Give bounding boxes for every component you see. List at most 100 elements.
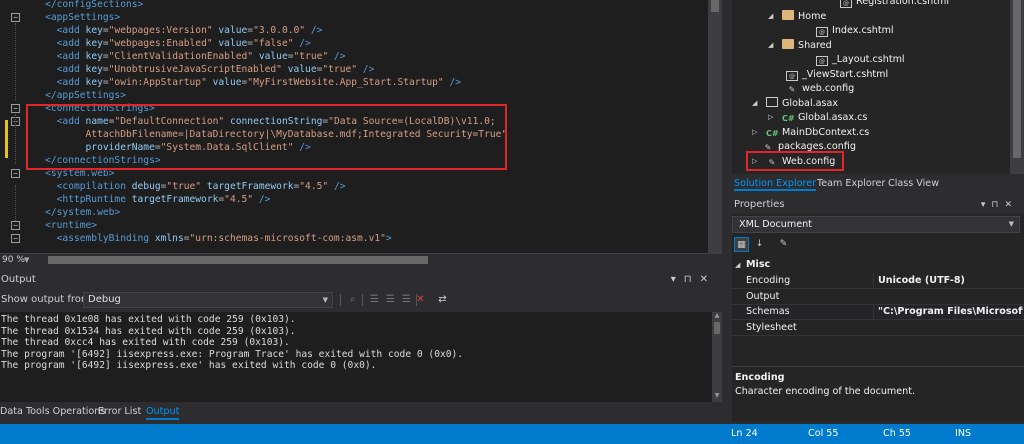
property-value[interactable]: Unicode (UTF-8) — [873, 273, 1023, 289]
pin-icon[interactable]: ⊓ — [684, 274, 700, 285]
tab-solution-explorer[interactable]: Solution Explorer — [734, 176, 817, 191]
solution-tree-item[interactable]: @ Index.cshtml — [816, 23, 894, 38]
solution-tree-item[interactable]: @ Registration.cshtml — [840, 0, 949, 9]
property-name: Stylesheet — [746, 321, 797, 333]
tab-team-explorer[interactable]: Team Explorer — [817, 176, 885, 191]
category-label: Misc — [746, 259, 771, 270]
solution-tree-item[interactable]: C# MainDbContext.cs — [766, 125, 869, 140]
cs-file-icon: C# — [766, 128, 779, 138]
close-icon[interactable]: ✕ — [700, 274, 716, 285]
collapse-icon[interactable]: − — [11, 13, 20, 22]
property-row[interactable]: Schemas "C:\Program Files\Microsoft Vis — [732, 304, 1024, 320]
description-text: Character encoding of the document. — [735, 386, 916, 397]
editor-vertical-scrollbar[interactable] — [708, 0, 722, 253]
code-token: <add — [22, 38, 86, 49]
code-line: <runtime> — [22, 219, 97, 232]
scrollbar-thumb[interactable] — [714, 322, 720, 334]
solution-tree-item[interactable]: Global.asax — [766, 96, 838, 111]
pin-icon[interactable]: ⊓ — [991, 200, 1004, 210]
tab-output[interactable]: Output — [146, 404, 180, 420]
collapsed-arrow-icon[interactable]: ▷ — [768, 110, 773, 125]
code-line: <add key="ClientValidationEnabled" value… — [22, 50, 346, 63]
property-row[interactable]: Encoding Unicode (UTF-8) — [732, 273, 1024, 289]
solution-tree-item[interactable]: Shared — [782, 38, 832, 53]
find-message-icon[interactable]: ⌕ — [346, 294, 359, 306]
tree-item-label: Home — [798, 10, 827, 22]
code-token: </appSettings> — [22, 90, 126, 101]
editor-horizontal-scrollbar[interactable]: 90 % ▼ — [0, 253, 722, 266]
collapse-icon[interactable]: − — [11, 104, 20, 113]
code-token: <appSettings> — [22, 12, 121, 23]
panel-window-icons[interactable]: ▾⊓✕ — [981, 196, 1018, 214]
tab-data-tools-operations[interactable]: Data Tools Operations — [0, 404, 105, 420]
code-token: value — [253, 51, 288, 62]
status-line: Ln 24 — [731, 428, 758, 439]
code-editor[interactable]: </configSections> <appSettings> <add key… — [0, 0, 722, 253]
tree-item-label: Registration.cshtml — [856, 0, 950, 7]
collapse-icon[interactable]: − — [11, 234, 20, 243]
property-description: Encoding Character encoding of the docum… — [732, 366, 1024, 422]
word-wrap-icon[interactable]: ⇄ — [436, 294, 449, 306]
tab-class-view[interactable]: Class View — [888, 176, 939, 191]
solution-tree-item[interactable]: Home — [782, 9, 826, 24]
code-line: <add key="owin:AppStartup" value="MyFirs… — [22, 76, 461, 89]
scrollbar-thumb[interactable] — [1013, 0, 1021, 158]
property-row[interactable]: Stylesheet — [732, 320, 1024, 336]
scrollbar-thumb[interactable] — [711, 0, 719, 12]
collapse-icon[interactable]: − — [11, 169, 20, 178]
code-token: <add — [22, 64, 86, 75]
output-vertical-scrollbar[interactable]: ▲ ▼ — [712, 312, 722, 402]
expanded-arrow-icon[interactable]: ◢ — [768, 9, 773, 24]
chevron-down-icon: ▼ — [1008, 220, 1014, 228]
go-next-icon[interactable]: ☰ — [384, 294, 397, 306]
dropdown-icon[interactable]: ▾ — [671, 274, 684, 285]
property-name: Encoding — [746, 275, 791, 286]
dropdown-icon[interactable]: ▾ — [981, 200, 992, 210]
zoom-dropdown-icon[interactable]: ▼ — [24, 254, 29, 266]
collapse-icon[interactable]: ◢ — [735, 257, 740, 273]
code-token: "webpages:Enabled" — [108, 38, 213, 49]
code-token: <httpRuntime — [22, 194, 132, 205]
solution-tree-item[interactable]: ✎ web.config — [786, 81, 855, 96]
output-text-area[interactable]: The thread 0x1e08 has exited with code 2… — [0, 312, 712, 402]
folder-icon — [782, 38, 794, 49]
property-grid: ◢ Misc Encoding Unicode (UTF-8) Output Sche… — [732, 257, 1024, 361]
close-icon[interactable]: ✕ — [1004, 200, 1018, 210]
code-token: "false" — [253, 38, 294, 49]
alphabetical-icon[interactable]: ↓ — [752, 237, 767, 252]
property-row[interactable]: Output — [732, 289, 1024, 305]
hscroll-track[interactable] — [48, 256, 708, 264]
clear-output-icon[interactable]: ✕ — [414, 294, 427, 306]
scroll-down-icon[interactable]: ▼ — [712, 392, 722, 399]
clear-all-icon[interactable]: ☰ — [400, 294, 413, 306]
properties-panel: Properties ▾⊓✕ XML Document ▼ ▦ ↓ ✎ ◢ Mi… — [732, 196, 1024, 422]
output-source-value: Debug — [88, 294, 121, 305]
code-token: <add — [22, 77, 86, 88]
panel-window-icons[interactable]: ▾⊓✕ — [671, 271, 716, 288]
solution-explorer-scrollbar[interactable] — [1010, 0, 1024, 174]
zoom-level[interactable]: 90 % — [2, 254, 25, 266]
solution-tree-item[interactable]: @ _Layout.cshtml — [816, 52, 905, 67]
category-misc[interactable]: ◢ Misc — [732, 257, 1024, 273]
expanded-arrow-icon[interactable]: ◢ — [752, 96, 757, 111]
scroll-up-icon[interactable]: ▲ — [712, 312, 722, 319]
solution-tree-item[interactable]: @ _ViewStart.cshtml — [786, 67, 888, 82]
code-line: <add key="UnobtrusiveJavaScriptEnabled" … — [22, 63, 375, 76]
property-pages-icon[interactable]: ✎ — [776, 237, 791, 252]
code-token: "MyFirstWebsite.App_Start.Startup" — [247, 77, 444, 88]
solution-tree-item[interactable]: C# Global.asax.cs — [782, 110, 867, 125]
output-source-select[interactable]: Debug ▼ — [83, 292, 333, 308]
collapse-icon[interactable]: − — [11, 221, 20, 230]
code-token: /> — [328, 51, 346, 62]
expanded-arrow-icon[interactable]: ◢ — [768, 38, 773, 53]
solution-explorer-tree[interactable]: @ Registration.cshtml ◢ Home @ Index.cshtml ◢ S… — [732, 0, 1024, 174]
property-value[interactable]: "C:\Program Files\Microsoft Vis — [873, 304, 1023, 320]
collapsed-arrow-icon[interactable]: ▷ — [752, 125, 757, 140]
code-token: targetFramework — [201, 181, 294, 192]
code-token: /> — [357, 64, 375, 75]
property-object-select[interactable]: XML Document ▼ — [732, 216, 1020, 233]
go-previous-icon[interactable]: ☰ — [368, 294, 381, 306]
scrollbar-thumb[interactable] — [48, 256, 428, 264]
categorized-icon[interactable]: ▦ — [734, 237, 749, 252]
tab-error-list[interactable]: Error List — [98, 404, 141, 420]
